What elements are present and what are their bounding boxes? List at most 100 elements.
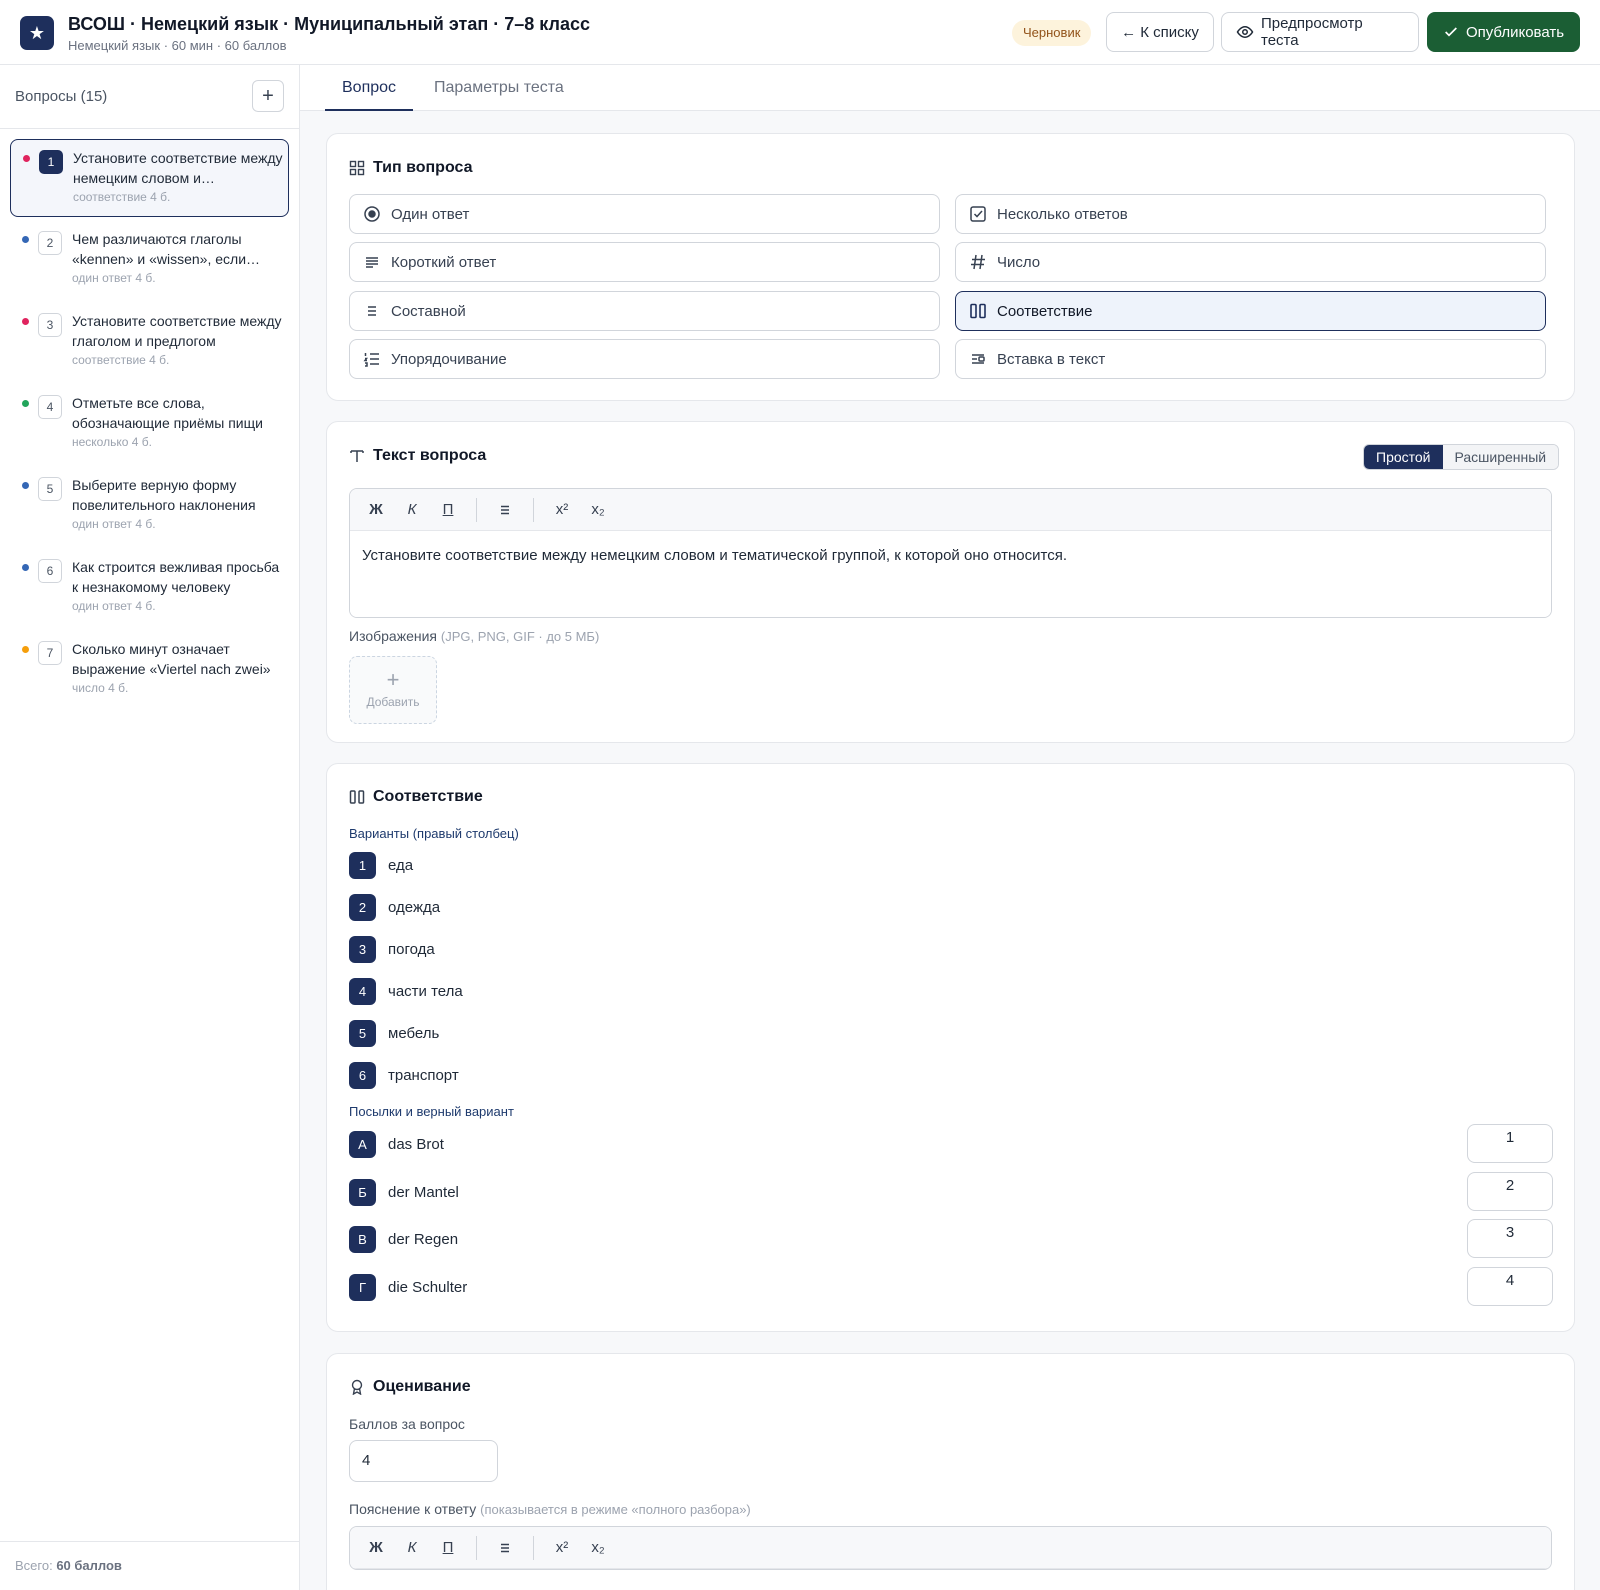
editor-toolbar: Ж К П x² x₂ [350,489,1551,531]
type-color-dot [22,646,29,653]
option-text[interactable]: транспорт [388,1067,459,1084]
question-text-editor: Ж К П x² x₂ Установите соответствие межд… [349,488,1552,618]
option-text[interactable]: еда [388,857,413,874]
editor-main: Вопрос Параметры теста Тип вопроса Один … [300,65,1600,1590]
questions-count-title: Вопросы (15) [15,88,108,105]
option-row: 3 погода [349,935,435,963]
premise-key: В [349,1225,376,1253]
superscript-button[interactable]: x² [546,495,578,525]
question-number: 4 [38,395,62,419]
question-item-1[interactable]: 1 Установите соответствие между немецким… [10,139,289,217]
question-text-body[interactable]: Установите соответствие между немецким с… [350,531,1551,617]
mode-simple-button[interactable]: Простой [1364,445,1443,469]
subscript-button[interactable]: x₂ [582,495,614,525]
mode-advanced-button[interactable]: Расширенный [1442,445,1559,469]
add-image-button[interactable]: + Добавить [349,656,437,724]
option-key: 2 [349,893,376,921]
question-text-title-text: Текст вопроса [373,447,487,464]
premise-text[interactable]: der Regen [388,1231,458,1248]
option-row: 5 мебель [349,1019,439,1047]
answer-input[interactable]: 2 [1467,1172,1553,1211]
underline-button[interactable]: П [432,1533,464,1563]
question-meta: один ответ 4 б. [72,271,156,285]
test-subtitle: Немецкий язык · 60 мин · 60 баллов [68,38,287,53]
publish-label: Опубликовать [1465,23,1565,41]
list-button[interactable] [489,495,521,525]
premise-text[interactable]: der Mantel [388,1184,459,1201]
editor-tabs: Вопрос Параметры теста [300,65,1600,111]
list-icon [498,1541,512,1555]
italic-button[interactable]: К [396,495,428,525]
question-number: 7 [38,641,62,665]
eye-icon [1236,23,1254,41]
toolbar-divider [476,1535,477,1560]
type-short-answer[interactable]: Короткий ответ [349,242,940,282]
answer-input[interactable]: 4 [1467,1267,1553,1306]
answer-input[interactable]: 1 [1467,1124,1553,1163]
underline-button[interactable]: П [432,495,464,525]
publish-button[interactable]: Опубликовать [1427,12,1580,52]
premise-text[interactable]: die Schulter [388,1279,467,1296]
bold-button[interactable]: Ж [360,1533,392,1563]
tab-test-params[interactable]: Параметры теста [417,65,581,111]
option-text[interactable]: части тела [388,983,463,1000]
type-number[interactable]: Число [955,242,1546,282]
question-item-7[interactable]: 7 Сколько минут означает выражение «Vier… [10,631,289,709]
question-text: Выберите верную форму повелительного нак… [72,477,256,513]
points-input[interactable]: 4 [349,1440,498,1482]
answer-input[interactable]: 3 [1467,1219,1553,1258]
type-ordering[interactable]: Упорядочивание [349,339,940,379]
list-button[interactable] [489,1533,521,1563]
checkbox-icon [969,205,987,223]
option-key: 4 [349,977,376,1005]
type-label: Соответствие [997,302,1093,320]
plus-icon: + [386,667,400,692]
premise-text[interactable]: das Brot [388,1136,444,1153]
question-text: Отметьте все слова, обозначающие приёмы … [72,395,263,431]
add-question-button[interactable]: + [252,80,284,112]
type-label: Число [997,253,1041,271]
type-composite[interactable]: Составной [349,291,940,331]
list-icon [363,302,381,320]
question-item-3[interactable]: 3 Установите соответствие между глаголом… [10,303,289,381]
preview-label: Предпросмотр теста [1261,15,1363,49]
premise-row: Бder Mantel [349,1178,459,1206]
type-single-answer[interactable]: Один ответ [349,194,940,234]
images-label-text: Изображения [349,628,437,644]
preview-button[interactable]: Предпросмотр теста [1221,12,1419,52]
type-fill-in-text[interactable]: Вставка в текст [955,339,1546,379]
type-multiple-answers[interactable]: Несколько ответов [955,194,1546,234]
option-text[interactable]: погода [388,941,435,958]
explanation-label: Пояснение к ответу (показывается в режим… [349,1501,751,1517]
question-number: 3 [38,313,62,337]
type-label: Составной [391,302,466,320]
star-logo-icon: ★ [20,16,54,50]
italic-button[interactable]: К [396,1533,428,1563]
question-text: Установите соответствие между глаголом и… [72,313,282,349]
type-color-dot [22,482,29,489]
premise-row: Вder Regen [349,1225,458,1253]
bold-button[interactable]: Ж [360,495,392,525]
matching-title-text: Соответствие [373,788,483,805]
back-to-list-button[interactable]: ← К списку [1106,12,1214,52]
question-meta: один ответ 4 б. [72,517,156,531]
option-key: 1 [349,851,376,879]
total-prefix: Всего: [15,1558,57,1573]
question-item-6[interactable]: 6 Как строится вежливая просьба к незнак… [10,549,289,627]
type-color-dot [22,236,29,243]
type-color-dot [23,155,30,162]
option-text[interactable]: мебель [388,1025,439,1042]
question-item-5[interactable]: 5 Выберите верную форму повелительного н… [10,467,289,545]
question-item-2[interactable]: 2 Чем различаются глаголы «kennen» и «wi… [10,221,289,299]
explanation-hint: (показывается в режиме «полного разбора»… [480,1502,751,1517]
explanation-label-text: Пояснение к ответу [349,1501,477,1517]
superscript-button[interactable]: x² [546,1533,578,1563]
option-text[interactable]: одежда [388,899,440,916]
matching-title: Соответствие [349,788,483,806]
question-item-4[interactable]: 4 Отметьте все слова, обозначающие приём… [10,385,289,463]
subscript-button[interactable]: x₂ [582,1533,614,1563]
matching-card: Соответствие Варианты (правый столбец) 1… [326,763,1575,1332]
toolbar-divider [476,497,477,522]
tab-question[interactable]: Вопрос [325,65,414,111]
type-matching[interactable]: Соответствие [955,291,1546,331]
